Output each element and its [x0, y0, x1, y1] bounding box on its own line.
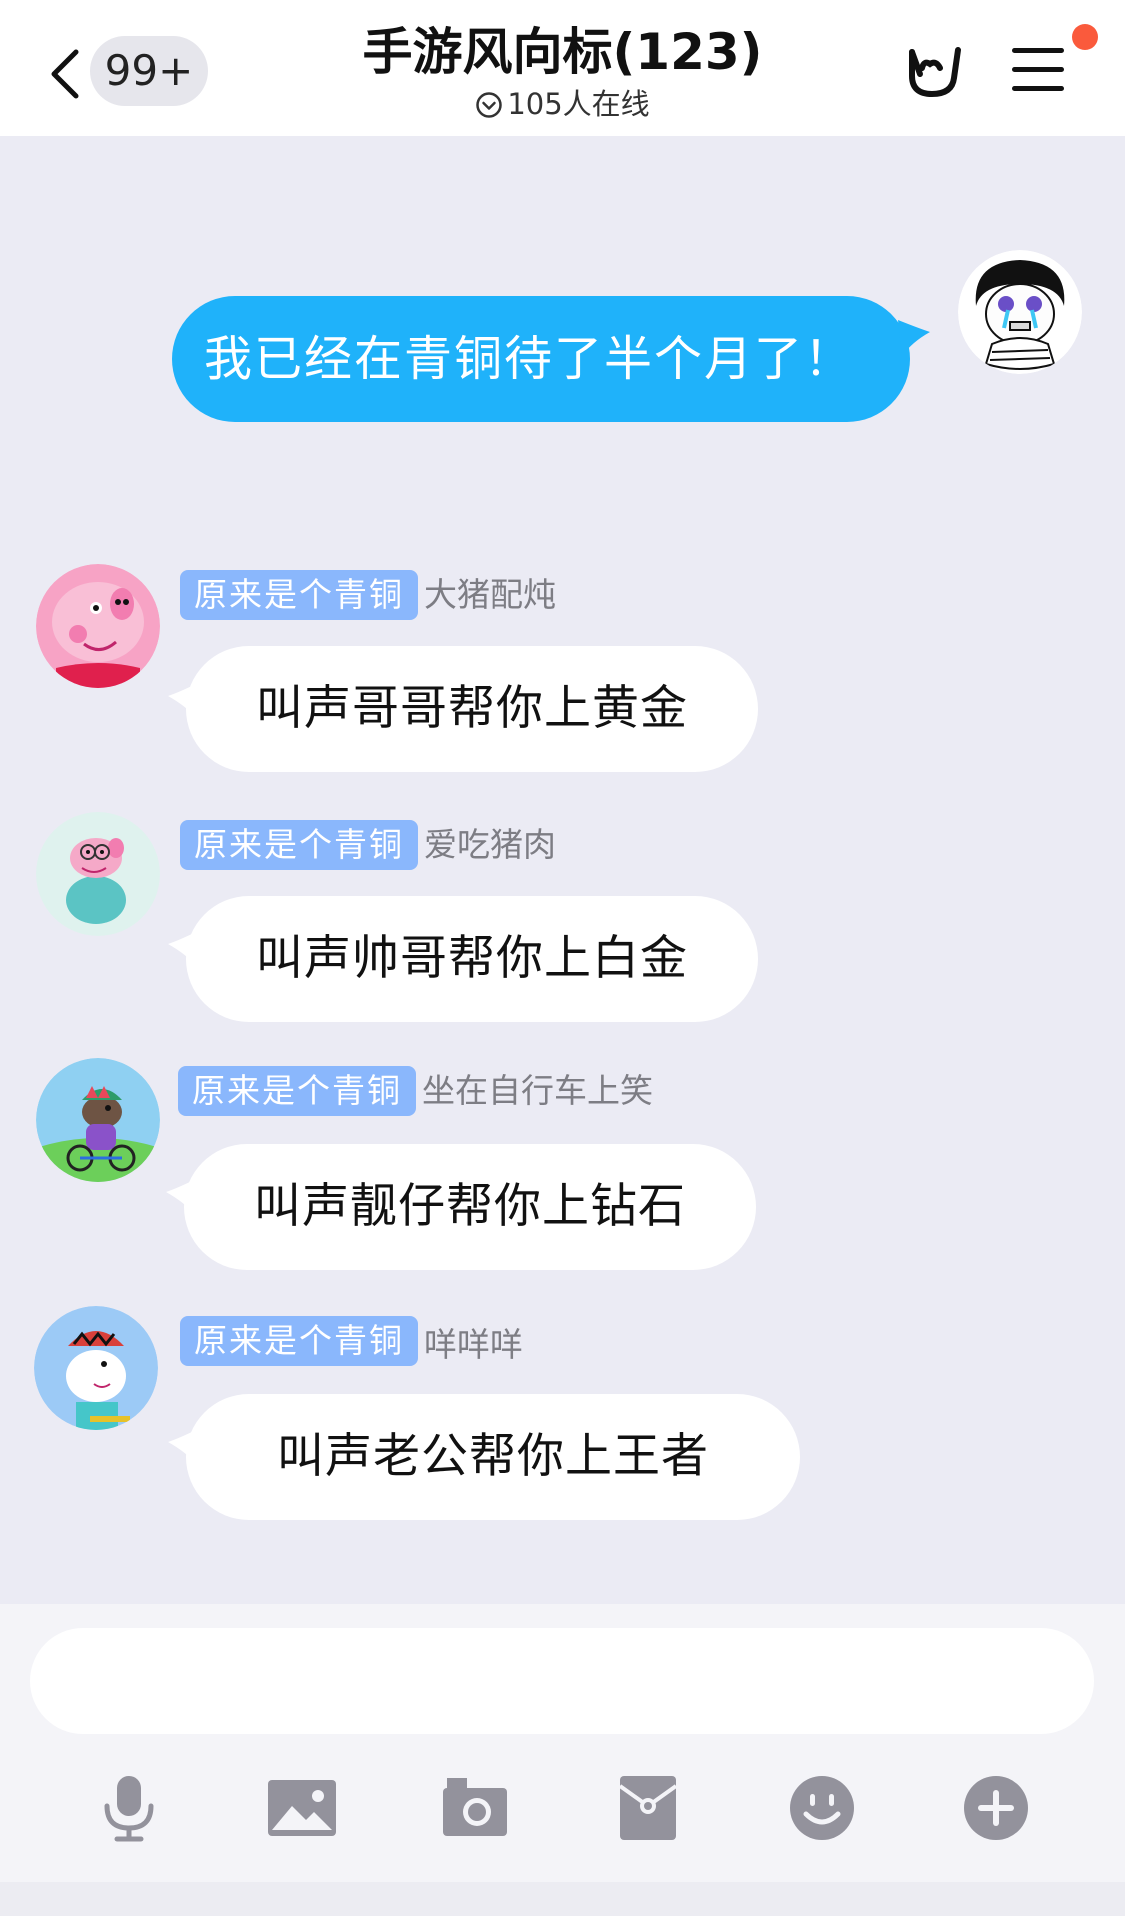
member-avatar[interactable]: [34, 1306, 158, 1430]
self-message-bubble[interactable]: 我已经在青铜待了半个月了！: [172, 296, 910, 422]
menu-button[interactable]: [1010, 44, 1066, 96]
plus-icon: [964, 1776, 1028, 1840]
camera-icon: [443, 1778, 507, 1836]
member-title-tag: 原来是个青铜: [178, 1066, 416, 1116]
image-button[interactable]: [266, 1772, 338, 1844]
bottom-safe-area: [0, 1882, 1125, 1916]
chevron-circle-down-icon: [475, 91, 503, 127]
rock-hand-icon: [909, 47, 961, 97]
emoji-icon: [790, 1776, 854, 1840]
suzy-sheep-avatar-icon: [34, 1306, 158, 1430]
member-nickname[interactable]: 坐在自行车上笑: [422, 1066, 653, 1116]
member-avatar[interactable]: [36, 812, 160, 936]
daddy-pig-avatar-icon: [36, 812, 160, 936]
danny-dog-avatar-icon: [36, 1058, 160, 1182]
member-nickname[interactable]: 爱吃猪肉: [424, 820, 556, 870]
image-icon: [268, 1780, 336, 1836]
group-game-button[interactable]: [902, 38, 964, 100]
camera-button[interactable]: [439, 1772, 511, 1844]
self-bubble-tail: [898, 320, 930, 356]
member-title-tag: 原来是个青铜: [180, 820, 418, 870]
message-bubble[interactable]: 叫声靓仔帮你上钻石: [184, 1144, 756, 1270]
peppa-pig-avatar-icon: [36, 564, 160, 688]
hamburger-menu-icon: [1012, 48, 1064, 91]
member-nickname[interactable]: 咩咩咩: [424, 1320, 523, 1370]
emoji-button[interactable]: [786, 1772, 858, 1844]
notification-dot: [1072, 24, 1098, 50]
chat-header: 99+ 手游风向标(123) 105人在线: [0, 0, 1125, 136]
member-title-tag: 原来是个青铜: [180, 570, 418, 620]
more-button[interactable]: [960, 1772, 1032, 1844]
red-packet-icon: [618, 1776, 678, 1840]
member-avatar[interactable]: [36, 1058, 160, 1182]
member-nickname[interactable]: 大猪配炖: [424, 570, 556, 620]
online-count-text: 105人在线: [507, 87, 650, 121]
red-packet-button[interactable]: [612, 1772, 684, 1844]
voice-button[interactable]: [93, 1772, 165, 1844]
message-bubble[interactable]: 叫声帅哥帮你上白金: [186, 896, 758, 1022]
microphone-icon: [104, 1776, 154, 1842]
member-title-tag: 原来是个青铜: [180, 1316, 418, 1366]
message-bubble[interactable]: 叫声哥哥帮你上黄金: [186, 646, 758, 772]
meme-face-avatar-icon: [958, 250, 1082, 374]
message-input[interactable]: [30, 1628, 1094, 1734]
member-avatar[interactable]: [36, 564, 160, 688]
self-avatar[interactable]: [958, 250, 1082, 374]
message-bubble[interactable]: 叫声老公帮你上王者: [186, 1394, 800, 1520]
